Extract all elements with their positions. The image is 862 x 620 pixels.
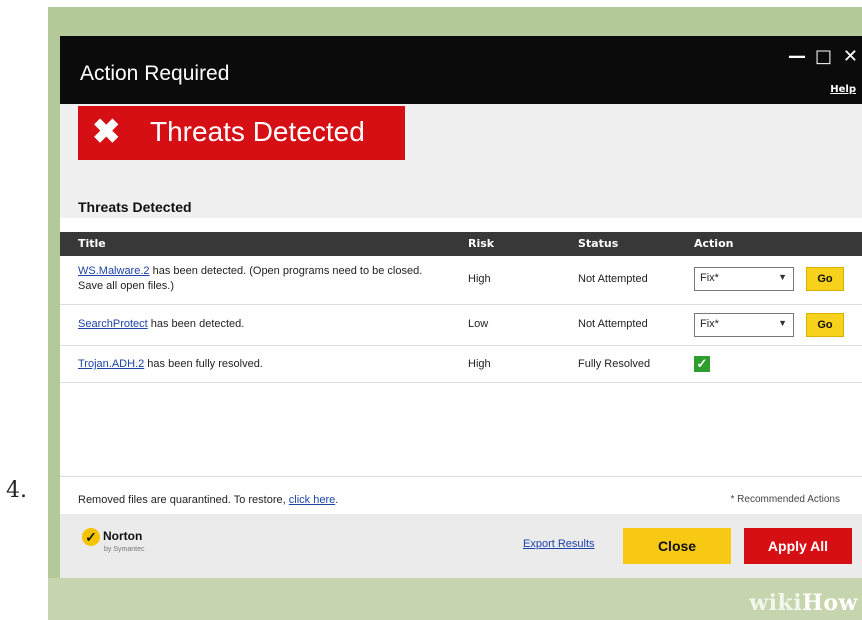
brand-sub: by Symantec — [104, 546, 145, 553]
risk-value: Low — [468, 318, 489, 330]
export-results-link[interactable]: Export Results — [523, 538, 595, 550]
go-button[interactable]: Go — [806, 267, 844, 291]
x-icon: ✖ — [92, 113, 121, 151]
maximize-icon[interactable]: □ — [815, 46, 832, 67]
threat-title-cell: SearchProtect has been detected. — [78, 318, 428, 330]
threat-title-cell: Trojan.ADH.2 has been fully resolved. — [78, 358, 428, 370]
col-header-action: Action — [694, 237, 734, 250]
risk-value: High — [468, 358, 491, 370]
status-value: Fully Resolved — [578, 358, 651, 370]
quarantine-note: Removed files are quarantined. To restor… — [78, 494, 338, 506]
table-row: SearchProtect has been detected. Low Not… — [60, 305, 862, 346]
section-title: Threats Detected — [78, 199, 192, 215]
norton-window: Action Required — □ ✕ Help ✖ Threats Det… — [60, 36, 862, 578]
col-header-title: Title — [78, 237, 106, 250]
close-button[interactable]: Close — [623, 528, 731, 564]
status-value: Not Attempted — [578, 273, 648, 285]
recommended-note: * Recommended Actions — [730, 494, 840, 505]
apply-all-button[interactable]: Apply All — [744, 528, 852, 564]
footer-divider — [60, 476, 862, 477]
status-value: Not Attempted — [578, 318, 648, 330]
watermark-wiki: wiki — [749, 590, 803, 616]
quarantine-text: Removed files are quarantined. To restor… — [78, 494, 286, 506]
action-select-value: Fix* — [700, 318, 719, 330]
table-row: Trojan.ADH.2 has been fully resolved. Hi… — [60, 346, 862, 383]
watermark-how: How — [802, 590, 858, 616]
chevron-down-icon: ▼ — [778, 272, 787, 282]
threat-link[interactable]: Trojan.ADH.2 — [78, 358, 144, 370]
step-number: 4. — [6, 478, 27, 503]
threat-message: has been fully resolved. — [147, 358, 263, 370]
title-bar: Action Required — □ ✕ Help — [60, 36, 862, 104]
close-icon[interactable]: ✕ — [843, 46, 858, 67]
chevron-down-icon: ▼ — [778, 318, 787, 328]
threat-link[interactable]: WS.Malware.2 — [78, 265, 150, 277]
norton-check-icon: ✓ — [82, 528, 100, 546]
banner-text: Threats Detected — [150, 116, 365, 147]
threat-message: has been detected. — [150, 318, 245, 330]
action-select[interactable]: Fix* ▼ — [694, 267, 794, 291]
risk-value: High — [468, 273, 491, 285]
help-link[interactable]: Help — [830, 84, 856, 95]
brand-name: Norton — [103, 529, 143, 544]
go-button[interactable]: Go — [806, 313, 844, 337]
watermark-band — [48, 578, 862, 620]
quarantine-suffix: . — [335, 494, 339, 506]
col-header-status: Status — [578, 237, 619, 250]
check-icon: ✓ — [694, 356, 710, 372]
table-row: WS.Malware.2 has been detected. (Open pr… — [60, 256, 862, 305]
wikihow-watermark: wikiHow — [749, 590, 858, 616]
bottom-action-bar — [60, 514, 862, 578]
window-title: Action Required — [80, 62, 230, 85]
threat-title-cell: WS.Malware.2 has been detected. (Open pr… — [78, 264, 428, 294]
action-select[interactable]: Fix* ▼ — [694, 313, 794, 337]
table-header: Title Risk Status Action — [60, 232, 862, 256]
threat-link[interactable]: SearchProtect — [78, 318, 148, 330]
action-select-value: Fix* — [700, 272, 719, 284]
col-header-risk: Risk — [468, 237, 495, 250]
minimize-icon[interactable]: — — [788, 46, 806, 67]
norton-logo: ✓ Norton by Symantec — [82, 528, 144, 553]
threat-banner: ✖ Threats Detected — [78, 106, 405, 160]
restore-link[interactable]: click here — [289, 494, 335, 506]
